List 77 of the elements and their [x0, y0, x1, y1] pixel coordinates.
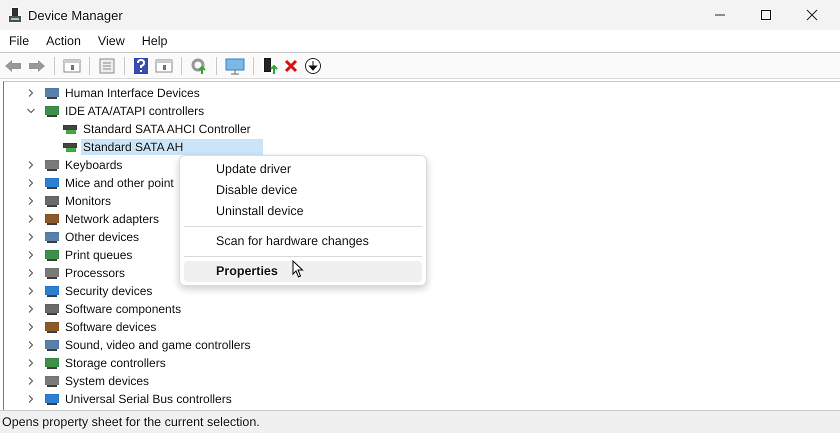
chevron-icon[interactable]: [26, 322, 36, 332]
device-icon: [44, 320, 60, 334]
tree-item[interactable]: Standard SATA AH: [81, 139, 264, 155]
chevron-icon[interactable]: [26, 340, 36, 350]
delete-icon[interactable]: [284, 58, 298, 72]
device-icon: [44, 158, 60, 172]
device-icon: [44, 374, 60, 388]
tree-item[interactable]: Human Interface Devices: [63, 85, 202, 101]
menu-item[interactable]: File: [9, 34, 30, 48]
close-icon[interactable]: [806, 9, 818, 21]
tree-item[interactable]: Storage controllers: [63, 355, 168, 371]
device-icon: [44, 266, 60, 280]
device-icon: [44, 338, 60, 352]
menu-item[interactable]: Scan for hardware changes: [184, 231, 422, 252]
menu-item[interactable]: Properties: [184, 261, 422, 282]
chevron-icon[interactable]: [26, 358, 36, 368]
back-icon[interactable]: [4, 58, 22, 74]
chevron-icon[interactable]: [26, 268, 36, 278]
chevron-icon[interactable]: [26, 160, 36, 170]
device-icon: [44, 356, 60, 370]
tree-item[interactable]: Monitors: [63, 193, 114, 209]
chevron-icon[interactable]: [26, 376, 36, 386]
device-icon: [44, 302, 60, 316]
tree-item[interactable]: Keyboards: [63, 157, 124, 173]
device-icon: [44, 284, 60, 298]
window-pane-icon[interactable]: [63, 58, 81, 74]
tree-item[interactable]: Print queues: [63, 247, 134, 263]
chevron-icon[interactable]: [26, 106, 36, 116]
device-icon: [44, 176, 60, 190]
tree-item[interactable]: Universal Serial Bus controllers: [63, 391, 234, 407]
chevron-icon[interactable]: [26, 250, 36, 260]
chevron-icon[interactable]: [26, 88, 36, 98]
tree-item[interactable]: Software components: [63, 301, 184, 317]
chevron-icon[interactable]: [26, 304, 36, 314]
chevron-icon[interactable]: [26, 232, 36, 242]
chevron-icon[interactable]: [26, 196, 36, 206]
device-icon: [44, 104, 60, 118]
chevron-icon[interactable]: [26, 394, 36, 404]
device-icon: [44, 212, 60, 226]
controller-icon: [62, 140, 78, 154]
menu-item[interactable]: Update driver: [184, 159, 422, 180]
device-icon: [44, 194, 60, 208]
maximize-icon[interactable]: [760, 9, 772, 21]
list-icon[interactable]: [98, 58, 116, 74]
tree-item[interactable]: Mice and other point: [63, 175, 176, 191]
cursor-icon: [292, 260, 304, 278]
tree-item[interactable]: Processors: [63, 265, 128, 281]
tree-item[interactable]: Standard SATA AHCI Controller: [81, 121, 253, 137]
tree-item[interactable]: IDE ATA/ATAPI controllers: [63, 103, 206, 119]
device-icon: [44, 86, 60, 100]
tree-item[interactable]: Security devices: [63, 283, 154, 299]
menu-item[interactable]: Disable device: [184, 180, 422, 201]
menu-item[interactable]: View: [98, 34, 125, 48]
chevron-icon[interactable]: [26, 178, 36, 188]
tree-item[interactable]: Software devices: [63, 319, 158, 335]
device-icon: [44, 230, 60, 244]
help-icon[interactable]: [133, 56, 149, 74]
tree-item[interactable]: Sound, video and game controllers: [63, 337, 252, 353]
device-update-icon[interactable]: [262, 56, 278, 74]
tree-item[interactable]: System devices: [63, 373, 152, 389]
menu-item[interactable]: Action: [46, 34, 81, 48]
menu-item[interactable]: Help: [142, 34, 168, 48]
menu-item[interactable]: Uninstall device: [184, 201, 422, 222]
tree-item[interactable]: Network adapters: [63, 211, 162, 227]
status-text: Opens property sheet for the current selection.: [0, 410, 840, 433]
forward-icon[interactable]: [28, 58, 46, 74]
tree-item[interactable]: Other devices: [63, 229, 142, 245]
device-icon: [44, 248, 60, 262]
download-icon[interactable]: [304, 56, 322, 74]
monitor-icon[interactable]: [225, 56, 245, 74]
window-pane-icon[interactable]: [155, 58, 173, 74]
app-icon: [8, 7, 22, 23]
device-icon: [44, 392, 60, 406]
window-title: Device Manager: [28, 8, 123, 22]
controller-icon: [62, 122, 78, 136]
chevron-icon[interactable]: [26, 214, 36, 224]
chevron-icon[interactable]: [26, 286, 36, 296]
